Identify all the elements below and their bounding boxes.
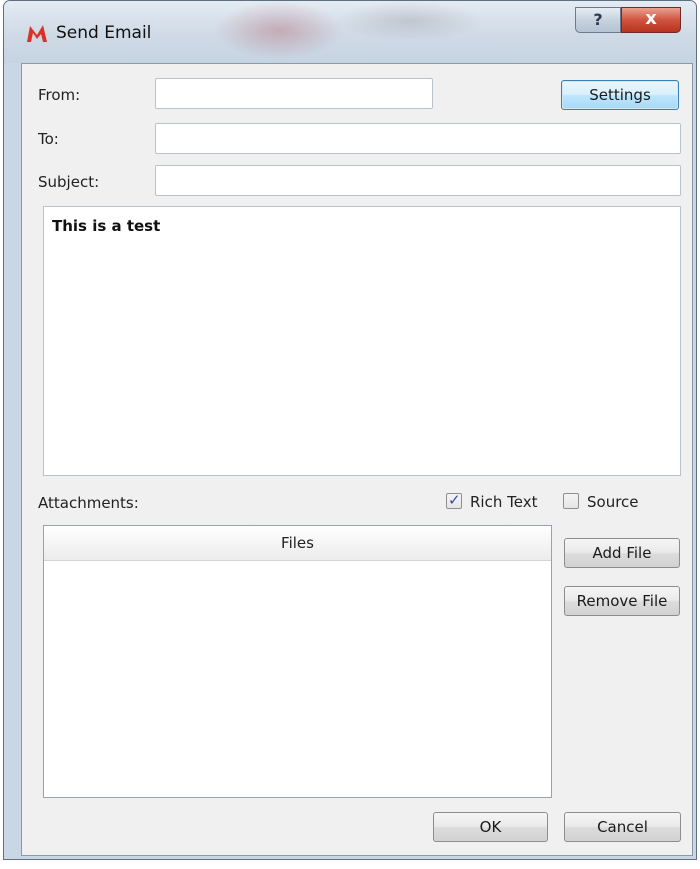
add-file-button[interactable]: Add File [564,538,680,568]
to-field[interactable] [155,123,681,154]
attachments-label: Attachments: [38,494,139,512]
subject-label: Subject: [38,173,100,191]
titlebar-background-blur-2 [334,1,484,41]
checkmark-icon: ✓ [448,491,461,509]
from-field[interactable] [155,78,433,109]
window-title: Send Email [56,23,152,43]
to-label: To: [38,130,59,148]
dialog-client-area: From: Settings To: Subject: This is a te… [21,63,693,856]
rich-text-checkbox[interactable]: ✓ [446,491,462,509]
close-button[interactable]: x [621,7,681,33]
files-table[interactable]: Files [43,525,552,798]
message-body-text: This is a test [52,217,161,235]
remove-file-button[interactable]: Remove File [564,586,680,616]
source-checkbox[interactable] [563,493,579,509]
help-button[interactable]: ? [575,7,621,33]
cancel-button[interactable]: Cancel [564,812,681,842]
rich-text-label[interactable]: Rich Text [470,493,537,511]
subject-field[interactable] [155,165,681,196]
title-bar[interactable]: Send Email ? x [4,1,696,63]
help-icon: ? [593,10,603,29]
settings-button[interactable]: Settings [561,80,679,110]
app-logo-icon [27,25,47,42]
ok-button[interactable]: OK [433,812,548,842]
from-label: From: [38,86,81,104]
message-body-editor[interactable]: This is a test [43,206,681,476]
source-label[interactable]: Source [587,493,639,511]
close-icon: x [645,8,657,29]
send-email-dialog: Send Email ? x From: Settings To: Subjec… [3,0,697,860]
titlebar-background-blur [214,1,344,59]
files-column-header[interactable]: Files [44,526,551,561]
